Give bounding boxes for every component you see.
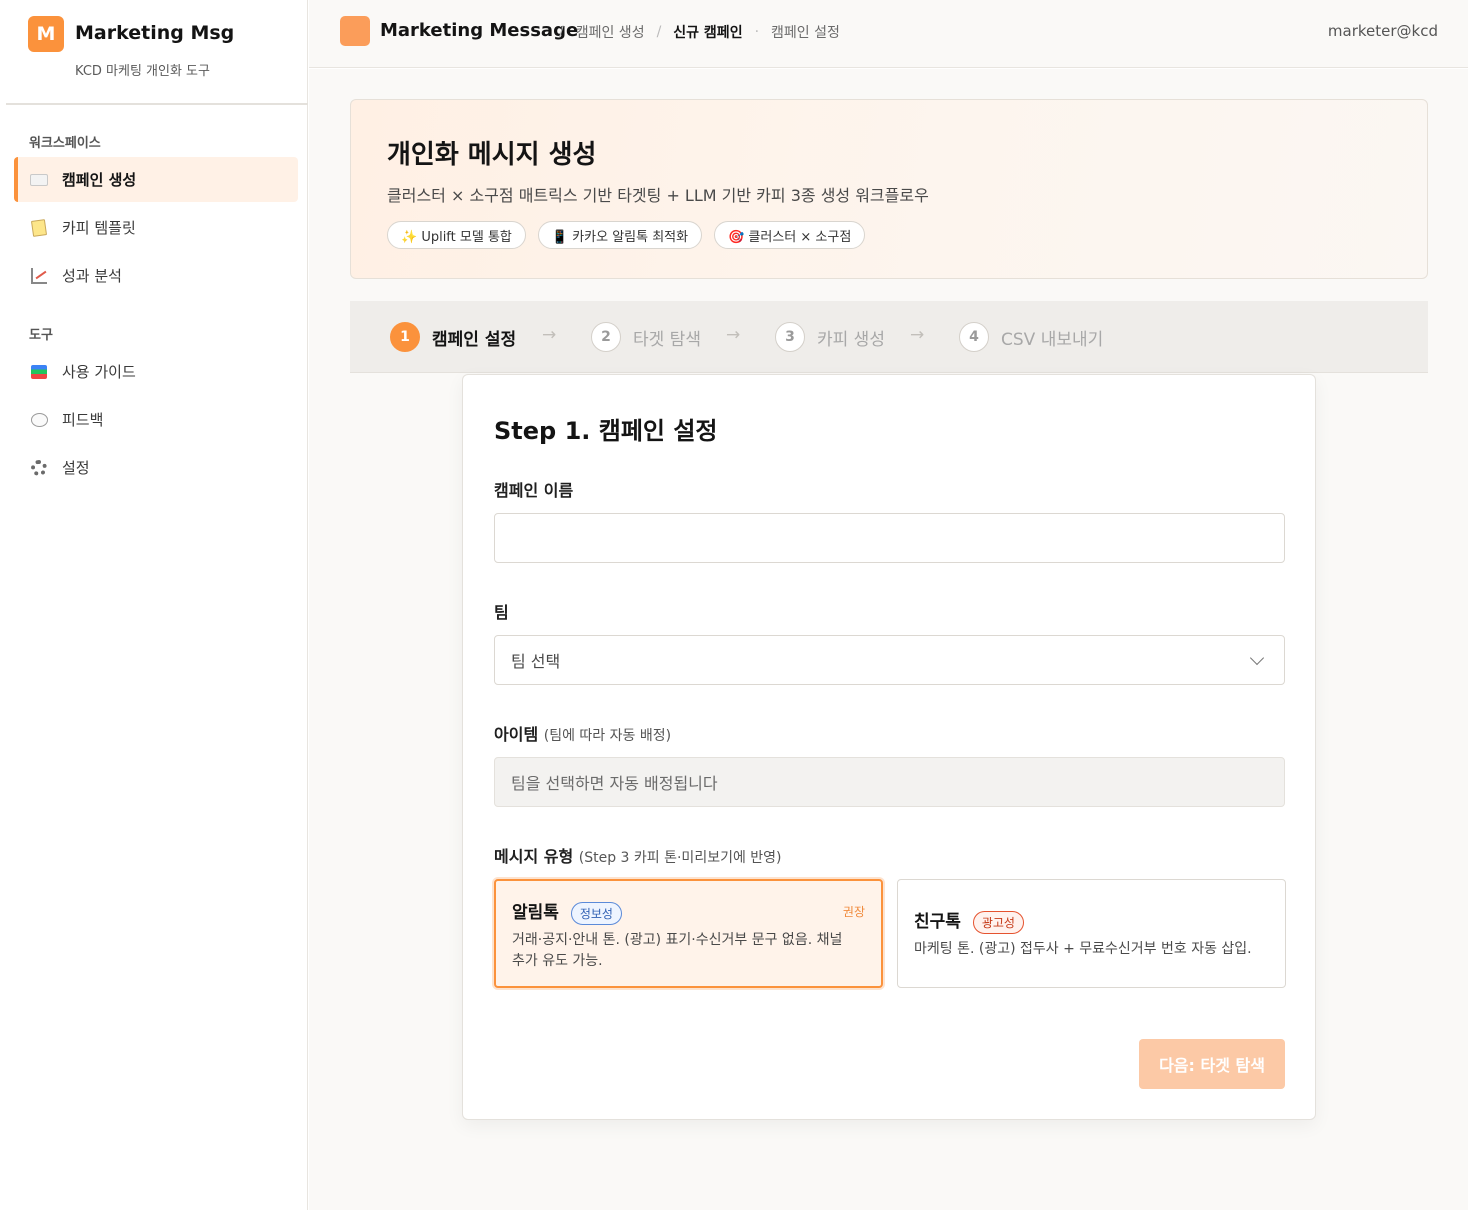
breadcrumb: / 캠페인 생성 / 신규 캠페인 · 캠페인 설정: [559, 22, 840, 42]
team-select-value: 팀 선택: [511, 652, 561, 671]
team-label: 팀: [494, 603, 509, 622]
message-type-label: 메시지 유형 (Step 3 카피 톤·미리보기에 반영): [494, 843, 782, 867]
step-number: 4: [959, 322, 989, 352]
sidebar-item-settings[interactable]: 설정: [14, 445, 298, 490]
item-field: 팀을 선택하면 자동 배정됩니다: [494, 757, 1285, 807]
sidebar-item-label: 사용 가이드: [62, 363, 136, 381]
step-4[interactable]: 4 CSV 내보내기: [959, 322, 1103, 352]
sidebar-divider: [6, 103, 308, 105]
step-3[interactable]: 3 카피 생성: [775, 322, 885, 352]
chart-icon: [30, 267, 48, 285]
sidebar: M Marketing Msg KCD 마케팅 개인화 도구 워크스페이스 캠페…: [0, 0, 308, 1210]
header-title: Marketing Message: [380, 20, 579, 41]
campaign-name-input[interactable]: [494, 513, 1285, 563]
message-type-name: 알림톡 정보성: [512, 898, 622, 925]
books-icon: [30, 363, 48, 381]
step-1[interactable]: 1 캠페인 설정: [390, 322, 516, 352]
top-bar: Marketing Message / 캠페인 생성 / 신규 캠페인 · 캠페…: [309, 0, 1468, 68]
page-subtitle: 클러스터 × 소구점 매트릭스 기반 타겟팅 + LLM 기반 카피 3종 생성…: [387, 186, 929, 205]
chevron-down-icon: [1249, 650, 1265, 666]
breadcrumb-campaign-create[interactable]: 캠페인 생성: [576, 22, 645, 42]
breadcrumb-separator: /: [656, 24, 662, 40]
sidebar-item-label: 카피 템플릿: [62, 219, 136, 237]
team-select[interactable]: 팀 선택: [494, 635, 1285, 685]
message-type-title: 친구톡: [914, 912, 961, 932]
gear-icon: [30, 459, 48, 477]
campaign-name-label: 캠페인 이름: [494, 481, 574, 500]
recommended-tag: 권장: [842, 905, 865, 919]
app-logo: M: [28, 16, 64, 52]
info-badge: 정보성: [570, 901, 622, 925]
message-type-name: 친구톡 광고성: [914, 907, 1024, 934]
chip-uplift: ✨ Uplift 모델 통합: [387, 221, 526, 249]
breadcrumb-separator: ·: [754, 24, 760, 40]
breadcrumb-campaign-settings: 캠페인 설정: [771, 25, 840, 41]
arrow-right-icon: →: [542, 325, 557, 345]
step-number: 3: [775, 322, 805, 352]
app-name: Marketing Msg: [75, 22, 235, 44]
arrow-right-icon: →: [910, 325, 925, 345]
step-2[interactable]: 2 타겟 탐색: [591, 322, 701, 352]
chip-kakao: 📱 카카오 알림톡 최적화: [537, 221, 703, 249]
message-type-alimtalk[interactable]: 알림톡 정보성 권장 거래·공지·안내 톤. (광고) 표기·수신거부 문구 없…: [494, 879, 883, 988]
header-logo: [340, 16, 370, 46]
step-label: 캠페인 설정: [432, 329, 517, 350]
hero-panel: 개인화 메시지 생성 클러스터 × 소구점 매트릭스 기반 타겟팅 + LLM …: [350, 99, 1428, 279]
speech-bubble-icon: [30, 411, 48, 429]
sidebar-item-label: 피드백: [62, 411, 104, 429]
chip-cluster: 🎯 클러스터 × 소구점: [714, 221, 866, 249]
step-label: 카피 생성: [817, 329, 885, 350]
message-type-label-text: 메시지 유형: [494, 847, 574, 866]
memo-icon: [30, 218, 48, 237]
next-target-button[interactable]: 다음: 타겟 탐색: [1139, 1039, 1285, 1089]
breadcrumb-separator: /: [559, 24, 564, 40]
sidebar-item-copy-templates[interactable]: 카피 템플릿: [14, 205, 298, 250]
step-label: 타겟 탐색: [633, 329, 701, 350]
feature-chips: ✨ Uplift 모델 통합 📱 카카오 알림톡 최적화 🎯 클러스터 × 소구…: [387, 221, 866, 249]
step-label: CSV 내보내기: [1001, 329, 1104, 350]
sidebar-item-label: 설정: [62, 459, 90, 477]
envelope-icon: [30, 171, 48, 189]
user-account[interactable]: marketer@kcd: [1328, 22, 1438, 40]
stepper: 1 캠페인 설정 → 2 타겟 탐색 → 3 카피 생성 → 4 CSV 내보내…: [350, 301, 1428, 373]
message-type-friendtalk[interactable]: 친구톡 광고성 마케팅 톤. (광고) 접두사 + 무료수신거부 번호 자동 삽…: [897, 879, 1286, 988]
app-subtitle: KCD 마케팅 개인화 도구: [75, 64, 210, 79]
message-type-description: 거래·공지·안내 톤. (광고) 표기·수신거부 문구 없음. 채널 추가 유도…: [512, 932, 843, 969]
sidebar-item-feedback[interactable]: 피드백: [14, 397, 298, 442]
section-label-tools: 도구: [29, 328, 53, 343]
sidebar-item-label: 캠페인 생성: [62, 171, 137, 189]
section-label-workspace: 워크스페이스: [29, 136, 101, 151]
item-label: 아이템 (팀에 따라 자동 배정): [494, 721, 671, 745]
message-type-title: 알림톡: [512, 903, 559, 923]
step1-form-card: Step 1. 캠페인 설정 캠페인 이름 팀 팀 선택 아이템 (팀에 따라 …: [462, 374, 1316, 1120]
sidebar-item-analytics[interactable]: 성과 분석: [14, 253, 298, 298]
sidebar-item-guide[interactable]: 사용 가이드: [14, 349, 298, 394]
item-label-note: (팀에 따라 자동 배정): [543, 728, 672, 744]
form-title: Step 1. 캠페인 설정: [494, 417, 718, 445]
page-title: 개인화 메시지 생성: [387, 140, 597, 170]
sidebar-item-label: 성과 분석: [62, 267, 122, 285]
step-number: 2: [591, 322, 621, 352]
step-number: 1: [390, 322, 420, 352]
message-type-description: 마케팅 톤. (광고) 접두사 + 무료수신거부 번호 자동 삽입.: [914, 941, 1252, 957]
breadcrumb-new-campaign[interactable]: 신규 캠페인: [673, 22, 742, 42]
message-type-note: (Step 3 카피 톤·미리보기에 반영): [578, 850, 782, 866]
item-label-text: 아이템: [494, 725, 539, 744]
main-content: 개인화 메시지 생성 클러스터 × 소구점 매트릭스 기반 타겟팅 + LLM …: [309, 69, 1468, 1210]
ad-badge: 광고성: [972, 910, 1024, 934]
arrow-right-icon: →: [726, 325, 741, 345]
sidebar-item-campaign-create[interactable]: 캠페인 생성: [14, 157, 298, 202]
